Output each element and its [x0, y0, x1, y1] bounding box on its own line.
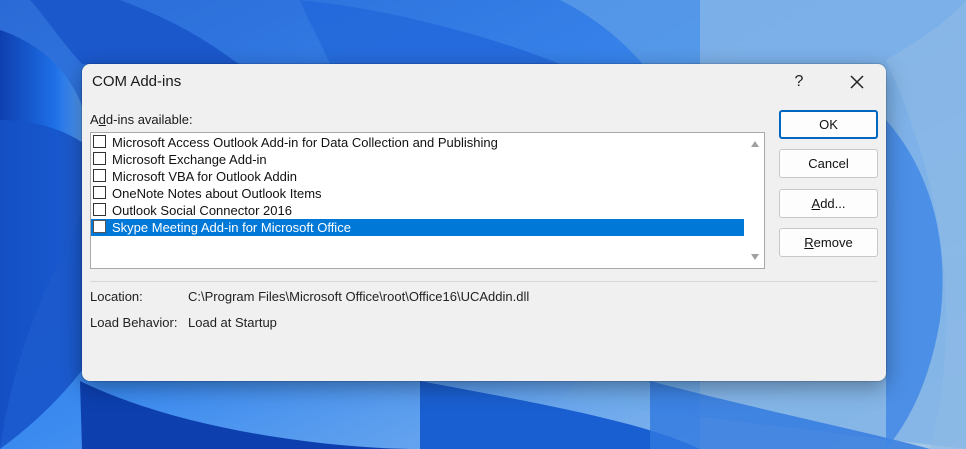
close-button[interactable] — [837, 64, 877, 100]
load-behavior-value: Load at Startup — [188, 315, 277, 330]
com-addins-dialog: COM Add-ins ? Add-ins available: Microso… — [82, 64, 886, 381]
addins-listbox[interactable]: Microsoft Access Outlook Add-in for Data… — [90, 132, 765, 269]
remove-button[interactable]: Remove — [779, 228, 878, 257]
close-icon — [850, 75, 864, 89]
addin-checkbox[interactable] — [93, 203, 106, 216]
separator — [90, 281, 878, 282]
listbox-scrollbar[interactable] — [747, 133, 764, 268]
location-label: Location: — [90, 289, 143, 304]
dialog-titlebar[interactable]: COM Add-ins ? — [82, 64, 886, 100]
addin-item-selected[interactable]: Skype Meeting Add-in for Microsoft Offic… — [91, 219, 744, 236]
addin-label: Microsoft Access Outlook Add-in for Data… — [112, 135, 498, 150]
addin-checkbox[interactable] — [93, 135, 106, 148]
location-value: C:\Program Files\Microsoft Office\root\O… — [188, 289, 530, 304]
addin-checkbox[interactable] — [93, 169, 106, 182]
addin-label: Outlook Social Connector 2016 — [112, 203, 292, 218]
addin-label: Microsoft Exchange Add-in — [112, 152, 267, 167]
addin-item[interactable]: Microsoft Exchange Add-in — [91, 151, 744, 168]
help-button[interactable]: ? — [782, 64, 816, 100]
scroll-up-arrow-icon[interactable] — [751, 141, 759, 147]
addin-label: Microsoft VBA for Outlook Addin — [112, 169, 297, 184]
addin-label: OneNote Notes about Outlook Items — [112, 186, 322, 201]
addin-item[interactable]: Outlook Social Connector 2016 — [91, 202, 744, 219]
addin-item[interactable]: OneNote Notes about Outlook Items — [91, 185, 744, 202]
addin-checkbox[interactable] — [93, 152, 106, 165]
addin-label: Skype Meeting Add-in for Microsoft Offic… — [112, 220, 351, 235]
addin-checkbox[interactable] — [93, 186, 106, 199]
addin-checkbox[interactable] — [93, 220, 106, 233]
addin-item[interactable]: Microsoft Access Outlook Add-in for Data… — [91, 134, 744, 151]
addins-available-label: Add-ins available: — [90, 112, 193, 127]
dialog-title: COM Add-ins — [92, 73, 182, 90]
addin-item[interactable]: Microsoft VBA for Outlook Addin — [91, 168, 744, 185]
cancel-button[interactable]: Cancel — [779, 149, 878, 178]
ok-button[interactable]: OK — [779, 110, 878, 139]
scroll-down-arrow-icon[interactable] — [751, 254, 759, 260]
add-button[interactable]: Add... — [779, 189, 878, 218]
load-behavior-label: Load Behavior: — [90, 315, 178, 330]
